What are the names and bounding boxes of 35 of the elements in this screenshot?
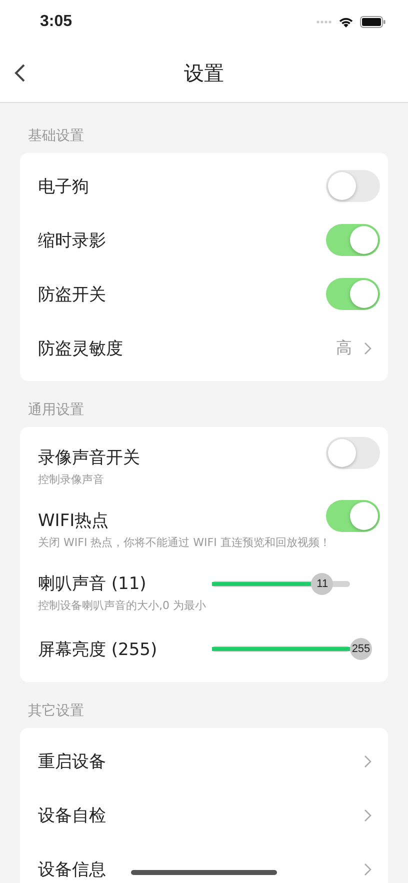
section-header: 基础设置 <box>27 127 85 146</box>
setting-label: 设备自检 <box>38 804 106 826</box>
toggle-switch[interactable] <box>326 224 380 256</box>
toggle-switch[interactable] <box>326 170 380 202</box>
setting-label: 屏幕亮度 (255) <box>38 638 158 660</box>
chevron-icon[interactable] <box>364 862 372 876</box>
chevron-icon[interactable] <box>364 808 372 822</box>
setting-label: 防盗灵敏度 <box>38 338 123 360</box>
setting-hint: 控制录像声音 <box>38 472 105 487</box>
battery-icon <box>360 16 386 28</box>
setting-value: 高 <box>336 338 352 358</box>
setting-label: 缩时录影 <box>38 230 106 252</box>
setting-label: 录像声音开关 <box>38 447 140 469</box>
section-header: 通用设置 <box>27 401 85 420</box>
setting-label: 电子狗 <box>38 176 89 198</box>
toggle-switch[interactable] <box>326 500 380 532</box>
toggle-switch[interactable] <box>326 437 380 469</box>
back-icon[interactable] <box>14 63 26 83</box>
wifi-icon <box>338 16 354 28</box>
setting-label: WIFI热点 <box>38 510 109 532</box>
signal-icon <box>316 20 332 24</box>
slider-thumb[interactable]: 255 <box>350 638 372 660</box>
toggle-switch[interactable] <box>326 278 380 310</box>
setting-hint: 关闭 WIFI 热点，你将不能通过 WIFI 直连预览和回放视频！ <box>38 535 332 550</box>
setting-label: 防盗开关 <box>38 284 106 306</box>
section-header: 其它设置 <box>27 702 85 721</box>
setting-label: 重启设备 <box>38 750 106 772</box>
chevron-icon[interactable] <box>364 342 372 354</box>
setting-hint: 控制设备喇叭声音的大小,0 为最小 <box>38 598 207 613</box>
setting-label: 喇叭声音 (11) <box>38 573 146 595</box>
setting-label: 设备信息 <box>38 858 106 880</box>
status-time: 3:05 <box>40 13 72 31</box>
page-title: 设置 <box>184 60 224 86</box>
slider-thumb[interactable]: 11 <box>311 573 334 595</box>
chevron-icon[interactable] <box>364 754 372 768</box>
